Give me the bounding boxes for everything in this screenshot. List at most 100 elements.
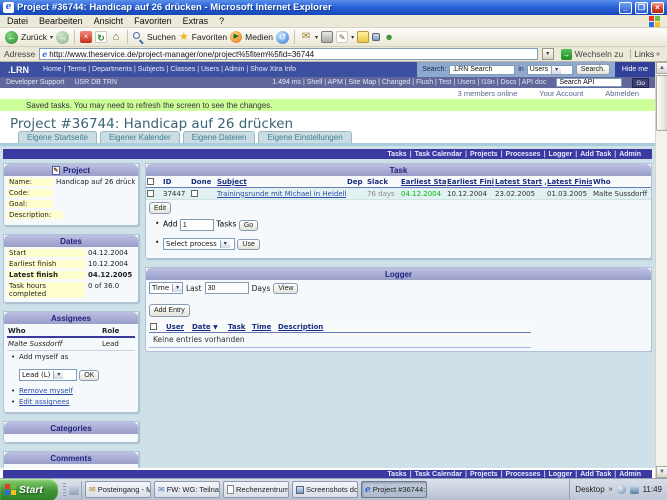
nav-processes[interactable]: Processes — [506, 151, 541, 158]
task-subject-link[interactable]: Trainingsrunde mit Michael in Heidelberg — [217, 190, 346, 198]
scroll-up-icon[interactable]: ▲ — [656, 62, 667, 74]
lrn-nav-links[interactable]: Home | Terms | Departments | Subjects | … — [43, 66, 296, 73]
col-user[interactable]: User — [165, 323, 191, 331]
messenger-icon[interactable]: ☻ — [383, 31, 395, 43]
nav-add-task[interactable]: Add Task — [580, 470, 611, 478]
hide-me-link[interactable]: Hide me — [614, 62, 655, 77]
tab-eigene-einstellungen[interactable]: Eigene Einstellungen — [258, 131, 352, 143]
minimize-button[interactable]: _ — [619, 1, 632, 14]
toolbar-grip[interactable] — [63, 482, 66, 497]
back-icon[interactable]: ← — [5, 30, 18, 44]
lrn-search-button[interactable]: Search. — [575, 64, 610, 75]
dev-links[interactable]: 1.494 ms | Shell | APM | Site Map | Chan… — [272, 79, 546, 86]
menu-ansicht[interactable]: Ansicht — [94, 16, 124, 26]
media-icon[interactable]: ▶ — [230, 31, 243, 43]
taskbar-item-rechenzentrum[interactable]: Rechenzentrum Uni K... — [223, 481, 289, 498]
nav-tasks[interactable]: Tasks — [387, 470, 406, 478]
col-latest-start[interactable]: Latest Start — [495, 178, 542, 186]
go-button[interactable]: → Wechseln zu — [558, 48, 627, 60]
select-all-checkbox[interactable] — [147, 178, 154, 185]
edit-page-icon[interactable]: ✎ — [336, 31, 349, 43]
tab-eigener-kalender[interactable]: Eigener Kalender — [99, 131, 180, 143]
nav-tasks[interactable]: Tasks — [387, 151, 406, 158]
col-description[interactable]: Description — [277, 323, 347, 331]
notes-icon[interactable] — [357, 31, 370, 43]
nav-projects[interactable]: Projects — [470, 470, 498, 478]
add-entry-button[interactable]: Add Entry — [149, 304, 190, 317]
start-button[interactable]: Start — [0, 478, 58, 500]
nav-task-calendar[interactable]: Task Calendar — [415, 470, 462, 478]
nav-add-task[interactable]: Add Task — [580, 151, 611, 158]
menu-extras[interactable]: Extras — [183, 16, 209, 26]
edit-dropdown-icon[interactable]: ▾ — [351, 34, 354, 41]
taskbar-item-project-active[interactable]: e Project #36744: Han... — [361, 481, 427, 498]
scroll-down-icon[interactable]: ▼ — [656, 466, 667, 478]
col-subject[interactable]: Subject — [216, 178, 346, 186]
nav-admin[interactable]: Admin — [619, 151, 641, 158]
logger-select-all-checkbox[interactable] — [150, 323, 157, 330]
logger-time-select[interactable]: Time — [149, 282, 183, 294]
task-select-checkbox[interactable] — [147, 190, 154, 197]
mail-icon[interactable]: ✉ — [300, 31, 312, 43]
ok-button[interactable]: OK — [79, 370, 100, 381]
role-select[interactable]: Lead (L) — [19, 369, 77, 381]
nav-logger[interactable]: Logger — [549, 470, 573, 478]
tray-clock-icon[interactable] — [616, 485, 626, 494]
task-who[interactable]: Malte Sussdorff — [592, 190, 651, 198]
media-label[interactable]: Medien — [245, 32, 273, 42]
back-label[interactable]: Zurück — [21, 32, 47, 42]
nav-projects[interactable]: Projects — [470, 151, 498, 158]
address-input[interactable]: e http://www.theservice.de/project-manag… — [39, 48, 538, 60]
lrn-logo[interactable]: .LRN — [8, 65, 29, 75]
search-label[interactable]: Suchen — [147, 32, 176, 42]
task-done-checkbox[interactable] — [191, 190, 198, 197]
scrollbar-thumb[interactable] — [656, 75, 667, 131]
desktop-toolbar-label[interactable]: Desktop — [575, 485, 604, 494]
col-time[interactable]: Time — [251, 323, 277, 331]
tray-chevron-icon[interactable]: » — [609, 486, 613, 493]
discuss-icon[interactable] — [372, 33, 381, 41]
menu-help[interactable]: ? — [219, 16, 224, 26]
mail-dropdown-icon[interactable]: ▾ — [315, 34, 318, 41]
api-search-input[interactable] — [556, 78, 623, 87]
tab-eigene-startseite[interactable]: Eigene Startseite — [18, 131, 97, 143]
nav-logger[interactable]: Logger — [549, 151, 573, 158]
process-select[interactable]: Select process — [163, 238, 235, 250]
logout-link[interactable]: Abmelden — [605, 89, 639, 98]
stop-icon[interactable]: × — [80, 31, 92, 43]
api-go-button[interactable]: Go — [632, 77, 649, 88]
menu-favoriten[interactable]: Favoriten — [134, 16, 172, 26]
nav-task-calendar[interactable]: Task Calendar — [415, 151, 462, 158]
tray-network-icon[interactable] — [629, 485, 639, 494]
quick-launch-icon[interactable] — [69, 484, 79, 495]
edit-assignees-link[interactable]: Edit assignees — [19, 398, 69, 406]
search-icon[interactable] — [133, 31, 144, 45]
col-earliest-finish[interactable]: Earliest Finish — [446, 178, 494, 186]
view-button[interactable]: View — [273, 282, 299, 294]
add-tasks-go-button[interactable]: Go — [238, 219, 259, 231]
home-icon[interactable]: ⌂ — [110, 31, 122, 43]
tab-eigene-dateien[interactable]: Eigene Dateien — [182, 131, 256, 143]
vertical-scrollbar[interactable]: ▲ ▼ — [655, 62, 667, 478]
close-button[interactable]: × — [651, 1, 664, 14]
edit-project-icon[interactable]: ✎ — [51, 165, 60, 175]
assignee-name[interactable]: Malte Sussdorff — [8, 340, 102, 348]
last-days-input[interactable] — [204, 282, 249, 294]
refresh-icon[interactable]: ↻ — [95, 31, 107, 43]
menu-bearbeiten[interactable]: Bearbeiten — [39, 16, 83, 26]
col-date[interactable]: Date — [192, 323, 211, 331]
use-process-button[interactable]: Use — [237, 239, 260, 250]
your-account-link[interactable]: Your Account — [539, 89, 583, 98]
col-latest-finish[interactable]: Latest Finish — [546, 178, 592, 186]
col-id[interactable]: ID — [162, 178, 190, 186]
taskbar-item-mail[interactable]: ✉ FW: WG: Teilnahme v... — [154, 481, 220, 498]
favorites-star-icon[interactable]: ★ — [179, 31, 189, 43]
favorites-label[interactable]: Favoriten — [192, 32, 227, 42]
edit-button[interactable]: Edit — [149, 202, 172, 214]
maximize-button[interactable]: ❐ — [635, 1, 648, 14]
taskbar-item-outlook[interactable]: ✉ Posteingang - Micros... — [85, 481, 151, 498]
col-earliest-start[interactable]: Earliest Start — [400, 178, 446, 186]
nav-admin[interactable]: Admin — [619, 470, 641, 478]
add-tasks-input[interactable] — [179, 219, 214, 231]
taskbar-item-screenshots[interactable]: Screenshots dotLRN... — [292, 481, 358, 498]
